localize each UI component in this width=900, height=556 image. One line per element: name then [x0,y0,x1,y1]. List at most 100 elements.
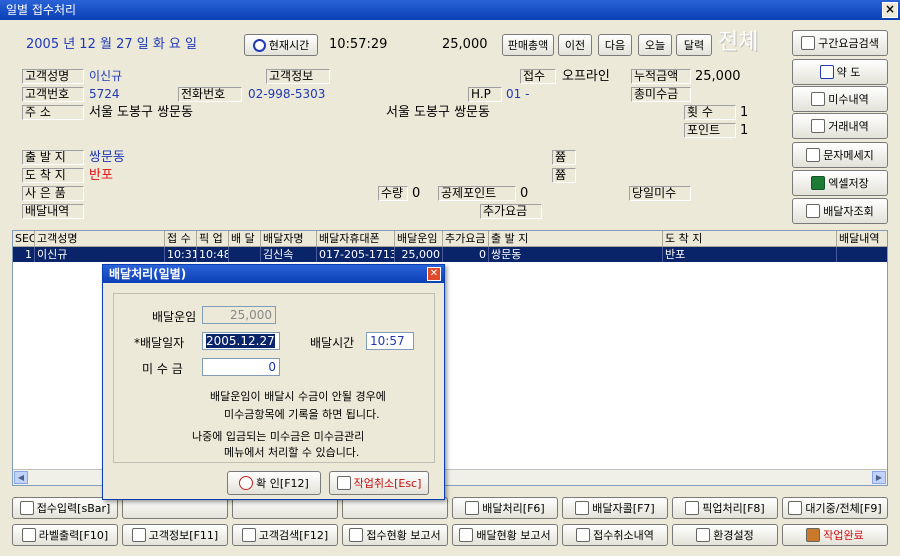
courier-call-button[interactable]: 배달자콜[F7] [562,497,668,519]
waiting-all-button[interactable]: 대기중/전체[F9] [782,497,888,519]
sales-total-button[interactable]: 판매총액 [502,34,554,56]
grid-header: SEQ 고객성명 접 수 픽 업 배 달 배달자명 배달자휴대폰 배달운임 추가… [13,231,887,247]
toolbar-button-4[interactable] [342,497,448,519]
clock-icon [252,38,266,52]
origin-label: 출 발 지 [22,150,84,165]
receipt-report-button[interactable]: 접수현황 보고서 [342,524,448,546]
customer-info-button[interactable]: 고객정보[F11] [122,524,228,546]
quantity-label: 수량 [378,186,408,201]
table-row[interactable]: 1 이신규 10:31 10:48 김신속 017-205-1713 25,00… [13,247,887,262]
input-icon [19,501,34,515]
unpaid-field[interactable]: 0 [202,358,280,376]
close-window-button[interactable]: × [882,2,898,18]
customer-search-button[interactable]: 고객검색[F12] [232,524,338,546]
delivery-detail-label: 배달내역 [22,204,84,219]
col-seq[interactable]: SEQ [13,231,35,246]
delivery-date-label: *배달일자 [134,336,185,350]
extra-fee-label: 추가요금 [480,204,542,219]
courier-search-button[interactable]: 배달자조회 [792,198,888,224]
cell-delivery [229,247,261,262]
calendar-button[interactable]: 달력 [676,34,712,56]
clipboard-icon [811,92,826,106]
delivery-report-button[interactable]: 배달현황 보고서 [452,524,558,546]
scroll-left-icon[interactable]: ◀ [14,471,28,484]
cell-destination: 반포 [663,247,837,262]
dialog-title: 배달처리(일별) [103,265,444,283]
receipt-cancel-history-button[interactable]: 접수취소내역 [562,524,668,546]
current-time-button[interactable]: 현재시간 [244,34,318,56]
col-courier-phone[interactable]: 배달자휴대폰 [317,231,395,246]
address-label: 주 소 [22,105,84,120]
cancel-doc-icon [576,528,591,542]
col-destination[interactable]: 도 착 지 [663,231,837,246]
dialog-close-icon[interactable]: ✕ [427,267,441,281]
door-icon [806,528,821,542]
delivery-icon [465,501,480,515]
section-fare-search-button[interactable]: 구간요금검색 [792,30,888,56]
pickup-process-button[interactable]: 픽업처리[F8] [672,497,778,519]
list-icon [788,501,803,515]
bottom-toolbar-2: 라벨출력[F10] 고객정보[F11] 고객검색[F12] 접수현황 보고서 배… [12,524,888,546]
sms-message-button[interactable]: 문자메세지 [792,142,888,168]
people-icon [806,204,821,218]
next-button[interactable]: 다음 [598,34,632,56]
col-delivery-detail[interactable]: 배달내역 [837,231,887,246]
cell-seq: 1 [13,247,35,262]
unpaid-total-label: 총미수금 [631,87,691,102]
col-origin[interactable]: 출 발 지 [489,231,663,246]
excel-save-button[interactable]: 엑셀저장 [792,170,888,196]
point-label: 포인트 [684,123,736,138]
map-button[interactable]: 약 도 [792,59,888,85]
unpaid-label: 미 수 금 [142,362,183,376]
phone-label: 전화번호 [178,87,242,102]
toolbar-button-2[interactable] [122,497,228,519]
settings-button[interactable]: 환경설정 [672,524,778,546]
report-icon [349,528,364,542]
help-text-1: 배달운임이 배달시 수금이 안될 경우에 [210,390,386,403]
search-user-icon [241,528,256,542]
col-delivery[interactable]: 배 달 [229,231,261,246]
customer-panel: 2005 년 12 월 27 일 화 요 일 현재시간 10:57:29 25,… [12,26,786,226]
cell-receipt: 10:31 [167,247,197,262]
confirm-icon [239,476,254,490]
col-pickup[interactable]: 픽 업 [197,231,229,246]
customer-number: 5724 [89,87,120,101]
date-display: 2005 년 12 월 27 일 화 요 일 [26,37,197,52]
cancel-button[interactable]: 작업취소[Esc] [329,471,429,495]
cancel-icon [336,476,351,490]
help-text-4: 메뉴에서 처리할 수 있습니다. [224,446,360,459]
delivery-dialog: 배달처리(일별) ✕ 배달운임 25,000 *배달일자 2005.12.27 … [102,264,445,500]
window-title: 일별 접수처리 [6,3,77,17]
today-button[interactable]: 오늘 [638,34,672,56]
total-amount-label: 누적금액 [631,69,691,84]
col-fare[interactable]: 배달운임 [395,231,443,246]
col-customer-name[interactable]: 고객성명 [35,231,165,246]
toolbar-button-3[interactable] [232,497,338,519]
receipt-input-button[interactable]: 접수입력[sBar] [12,497,118,519]
receipt-type: 오프라인 [562,69,610,84]
prev-button[interactable]: 이전 [558,34,592,56]
deduct-point-label: 공제포인트 [438,186,516,201]
col-receipt[interactable]: 접 수 [165,231,197,246]
phone-number: 02-998-5303 [248,87,326,101]
address: 서울 도봉구 쌍문동 [89,105,193,120]
help-text-3: 나중에 입금되는 미수금은 미수금관리 [192,430,365,443]
fare-label: 배달운임 [152,310,197,324]
delivery-date-field[interactable]: 2005.12.27 [202,332,280,350]
customer-number-label: 고객번호 [22,87,84,102]
scroll-right-icon[interactable]: ▶ [872,471,886,484]
map-icon [819,65,834,79]
work-complete-button[interactable]: 작업완료 [782,524,888,546]
amount-display: 25,000 [442,37,488,52]
label-print-button[interactable]: 라벨출력[F10] [12,524,118,546]
delivery-process-button[interactable]: 배달처리[F6] [452,497,558,519]
col-courier-name[interactable]: 배달자명 [261,231,317,246]
delivery-time-label: 배달시간 [310,336,355,350]
unpaid-history-button[interactable]: 미수내역 [792,86,888,112]
transaction-history-button[interactable]: 거래내역 [792,113,888,139]
confirm-button[interactable]: 확 인[F12] [227,471,321,495]
destination: 반포 [89,168,113,183]
col-extra-fee[interactable]: 추가요금 [443,231,489,246]
quantity-value: 0 [412,186,421,201]
delivery-time-field[interactable]: 10:57 [366,332,414,350]
